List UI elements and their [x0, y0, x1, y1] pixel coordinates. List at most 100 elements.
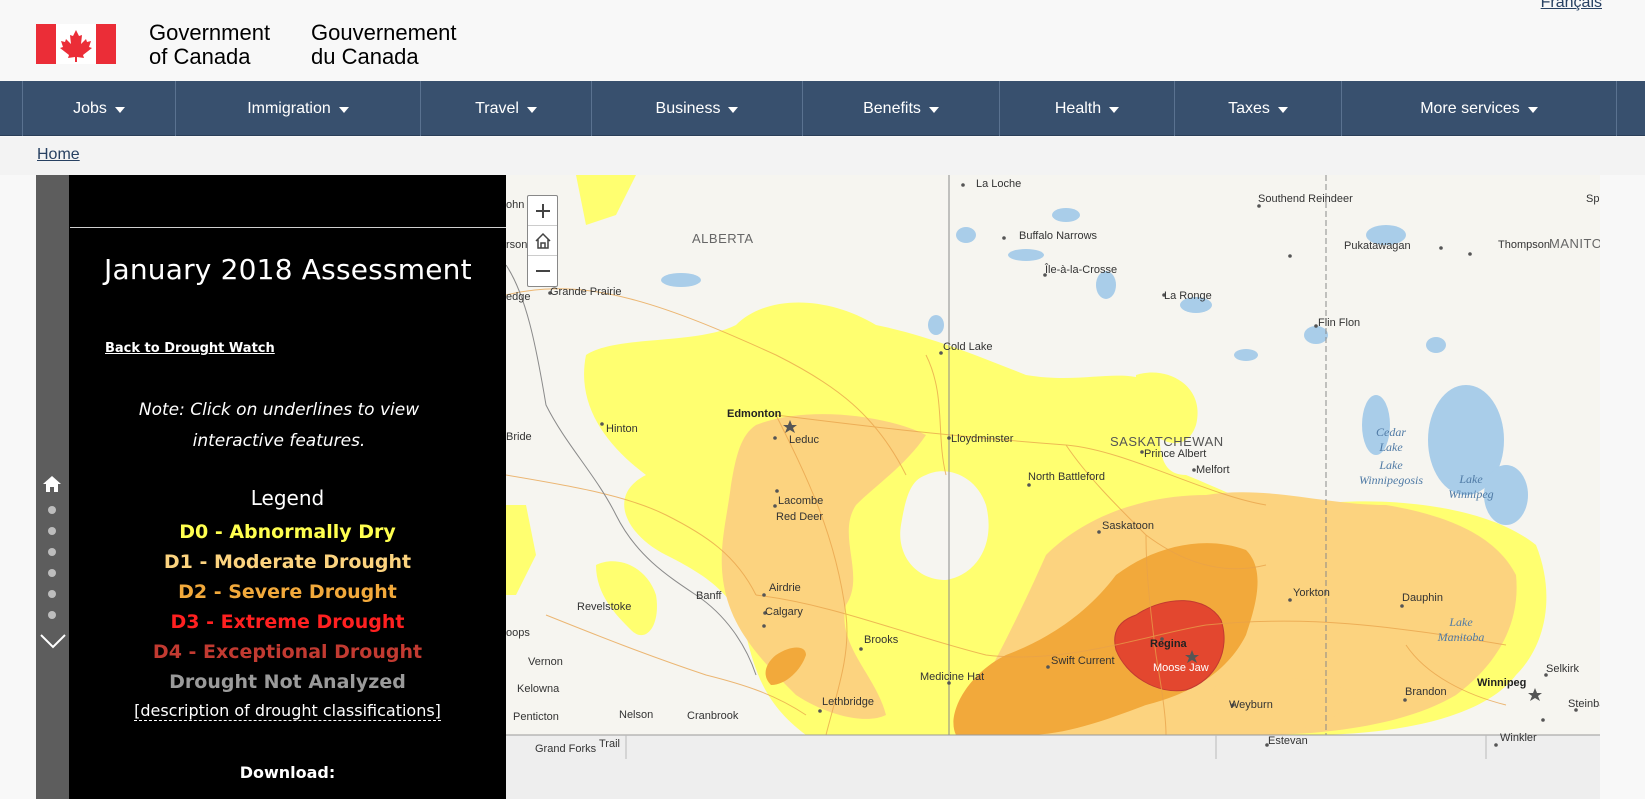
drought-classification-link-text[interactable]: [description of drought classifications] — [134, 701, 441, 721]
menu-label: Travel — [475, 99, 519, 117]
menu-item-jobs[interactable]: Jobs — [22, 81, 175, 136]
chevron-down-icon[interactable] — [40, 633, 66, 649]
legend-item-d4: D4 - Exceptional Drought — [152, 641, 423, 663]
place-label: Calgary — [765, 606, 803, 618]
section-dot-6[interactable] — [48, 611, 56, 619]
menu-label: Jobs — [73, 99, 107, 117]
place-label: Moose Jaw — [1153, 662, 1209, 674]
place-label: Vernon — [528, 656, 563, 668]
place-label: Cranbrook — [687, 710, 739, 722]
download-label: Download: — [239, 763, 336, 782]
place-label: Pukatawagan — [1344, 240, 1411, 252]
chevron-down-icon — [1527, 106, 1538, 113]
signature-fr-line1: Gouvernement — [311, 20, 457, 45]
chevron-down-icon — [1277, 106, 1288, 113]
place-label: Melfort — [1196, 464, 1230, 476]
map-footer-area — [506, 759, 1600, 799]
place-label: Thompson — [1498, 239, 1550, 251]
province-label-saskatchewan: SASKATCHEWAN — [1110, 434, 1224, 449]
province-label-manitoba: MANITO — [1549, 236, 1600, 251]
place-label: oops — [506, 627, 530, 639]
menu-item-business[interactable]: Business — [591, 81, 802, 136]
place-label: Regina — [1150, 638, 1187, 650]
place-label: Buffalo Narrows — [1019, 230, 1098, 242]
section-dot-2[interactable] — [48, 527, 56, 535]
chevron-down-icon — [728, 106, 739, 113]
place-label: Kelowna — [517, 683, 560, 695]
place-label: edge — [506, 291, 531, 303]
zoom-in-button[interactable] — [528, 196, 557, 226]
menu-label: Taxes — [1228, 99, 1270, 117]
breadcrumb-home-link[interactable]: Home — [37, 146, 80, 164]
section-dot-3[interactable] — [48, 548, 56, 556]
water-label-cedar-lake: Cedar Lake — [1376, 425, 1406, 454]
place-label: Prince Albert — [1144, 448, 1207, 460]
story-side-panel: January 2018 Assessment Back to Drought … — [69, 175, 506, 799]
menu-label: Immigration — [247, 99, 331, 117]
menu-item-more-services[interactable]: More services — [1341, 81, 1617, 136]
water-label-lake-winnipeg: Lake Winnipeg — [1448, 472, 1494, 501]
plus-icon — [535, 203, 550, 218]
place-label: ohn — [506, 199, 525, 211]
place-label: Lacombe — [778, 495, 824, 507]
place-label: Edmonton — [727, 408, 782, 420]
place-label: Revelstoke — [577, 601, 632, 613]
place-label: Brooks — [864, 634, 899, 646]
place-label: Selkirk — [1546, 663, 1580, 675]
place-label: rson — [506, 239, 528, 251]
chevron-down-icon — [526, 106, 537, 113]
legend-item-not-analyzed: Drought Not Analyzed — [169, 671, 406, 693]
legend-item-d0: D0 - Abnormally Dry — [179, 521, 396, 543]
legend-item-d2: D2 - Severe Drought — [178, 581, 397, 603]
place-label: Spl — [1586, 193, 1600, 205]
menu-label: Benefits — [863, 99, 921, 117]
menu-item-health[interactable]: Health — [999, 81, 1174, 136]
breadcrumb: Home — [0, 137, 1645, 175]
water-label-lake-manitoba: Lake Manitoba — [1437, 615, 1485, 644]
place-label: Estevan — [1268, 735, 1308, 747]
place-label: Bride — [506, 431, 532, 443]
place-label: Leduc — [789, 434, 819, 446]
section-dot-1[interactable] — [48, 506, 56, 514]
province-label-alberta: ALBERTA — [692, 231, 754, 246]
menu-item-benefits[interactable]: Benefits — [802, 81, 999, 136]
chevron-down-icon — [338, 106, 349, 113]
place-label: Winnipeg — [1477, 677, 1527, 689]
menu-item-taxes[interactable]: Taxes — [1174, 81, 1341, 136]
place-label: Hinton — [606, 423, 638, 435]
place-label: Flin Flon — [1318, 317, 1361, 329]
back-to-drought-watch-link[interactable]: Back to Drought Watch — [105, 341, 275, 356]
section-dot-4[interactable] — [48, 569, 56, 577]
place-label: Trail — [599, 738, 620, 750]
legend-item-d3: D3 - Extreme Drought — [170, 611, 405, 633]
place-label: Lloydminster — [951, 433, 1014, 445]
place-label: Dauphin — [1402, 592, 1443, 604]
place-label: Swift Current — [1051, 655, 1115, 667]
place-label: Airdrie — [769, 582, 801, 594]
zoom-home-button[interactable] — [528, 226, 557, 256]
site-header: Government of Canada Gouvernement du Can… — [0, 0, 1645, 81]
map-canvas[interactable] — [506, 175, 1600, 759]
place-label: Nelson — [619, 709, 654, 721]
place-label: Grand Forks — [535, 743, 597, 755]
canada-flag-icon — [36, 24, 116, 64]
zoom-out-button[interactable] — [528, 256, 557, 286]
menu-item-travel[interactable]: Travel — [420, 81, 591, 136]
drought-map[interactable]: ALBERTA SASKATCHEWAN MANITO La Loche Sou… — [506, 175, 1600, 759]
language-toggle-link[interactable]: Français — [1541, 0, 1602, 12]
home-icon[interactable] — [42, 475, 62, 493]
drought-classification-link[interactable]: [description of drought classifications] — [69, 701, 506, 721]
signature-en-line2: of Canada — [149, 44, 251, 69]
place-label: La Ronge — [1164, 290, 1212, 302]
section-dot-5[interactable] — [48, 590, 56, 598]
place-label: North Battleford — [1028, 471, 1106, 483]
main-menu: Jobs Immigration Travel Business Benefit… — [0, 81, 1645, 136]
chevron-down-icon — [1109, 106, 1120, 113]
signature-english: Government of Canada — [149, 21, 270, 69]
us-area — [506, 735, 1600, 759]
panel-title: January 2018 Assessment — [104, 253, 472, 286]
place-label: Yorkton — [1293, 587, 1330, 599]
place-label: Red Deer — [776, 511, 824, 523]
menu-item-immigration[interactable]: Immigration — [175, 81, 420, 136]
place-label: Cold Lake — [943, 341, 993, 353]
